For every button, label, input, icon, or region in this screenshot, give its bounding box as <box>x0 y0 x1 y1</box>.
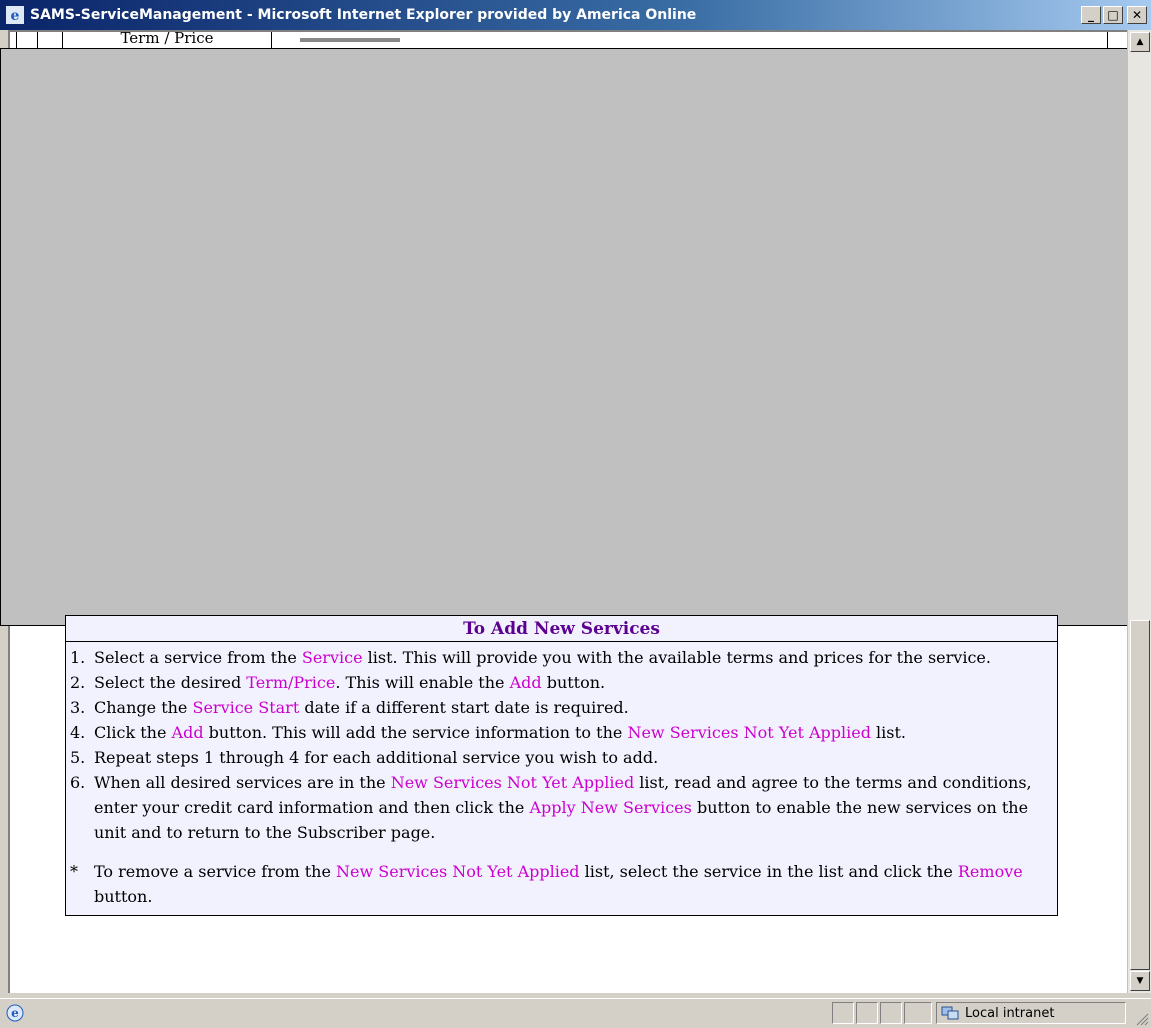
step-text: button. This will add the service inform… <box>203 723 628 742</box>
highlighted-term: New Services Not Yet Applied <box>627 723 871 742</box>
close-button[interactable]: ✕ <box>1127 6 1147 24</box>
highlighted-term: Apply New Services <box>529 798 692 817</box>
step-text: list, select the service in the list and… <box>579 862 958 881</box>
highlighted-term: Service Start <box>192 698 300 717</box>
highlighted-term: Term/Price <box>246 673 336 692</box>
resize-grip-icon[interactable] <box>1135 1012 1149 1026</box>
status-pane <box>880 1002 902 1024</box>
window-title: SAMS-ServiceManagement - Microsoft Inter… <box>30 7 697 23</box>
instructions-note: * To remove a service from the New Servic… <box>66 859 1057 915</box>
step-number: 5. <box>70 748 86 767</box>
status-pane <box>904 1002 932 1024</box>
step-body: Click the Add button. This will add the … <box>94 720 1053 745</box>
svg-text:e: e <box>11 8 20 24</box>
ie-app-icon: e <box>6 6 24 24</box>
instructions-box: To Add New Services 1. Select a service f… <box>65 615 1058 916</box>
note-body: To remove a service from the New Service… <box>94 859 1053 909</box>
step-number: 6. <box>70 773 86 792</box>
svg-text:e: e <box>11 1006 19 1020</box>
status-pane <box>832 1002 854 1024</box>
status-pane <box>856 1002 878 1024</box>
step-text: . This will enable the <box>335 673 510 692</box>
instruction-step: 6. When all desired services are in the N… <box>70 770 1053 845</box>
highlighted-term: New Services Not Yet Applied <box>336 862 580 881</box>
step-text: To remove a service from the <box>94 862 337 881</box>
maximize-button[interactable]: □ <box>1103 6 1123 24</box>
step-number: 3. <box>70 698 86 717</box>
highlighted-term: Add <box>171 723 204 742</box>
highlighted-term: Add <box>509 673 542 692</box>
instruction-step: 2. Select the desired Term/Price. This wi… <box>70 670 1053 695</box>
highlighted-term: Service <box>301 648 363 667</box>
step-number: 2. <box>70 673 86 692</box>
step-body: Select the desired Term/Price. This will… <box>94 670 1053 695</box>
instruction-step: 5. Repeat steps 1 through 4 for each addi… <box>70 745 1053 770</box>
step-body: Repeat steps 1 through 4 for each additi… <box>94 745 1053 770</box>
status-bar: e Local intranet <box>0 998 1151 1028</box>
highlighted-term: New Services Not Yet Applied <box>390 773 635 792</box>
step-text: Change the <box>94 698 193 717</box>
instructions-heading: To Add New Services <box>66 616 1057 642</box>
step-text: Click the <box>94 723 172 742</box>
window-title-bar[interactable]: e SAMS-ServiceManagement - Microsoft Int… <box>0 0 1151 30</box>
instruction-step: 4. Click the Add button. This will add th… <box>70 720 1053 745</box>
step-number: 4. <box>70 723 86 742</box>
partial-control <box>300 38 400 42</box>
scroll-down-button[interactable]: ▼ <box>1130 971 1150 991</box>
step-text: date if a different start date is requir… <box>299 698 629 717</box>
step-text: list. <box>870 723 906 742</box>
vertical-scrollbar[interactable]: ▲ ▼ <box>1127 30 1151 993</box>
step-text: Select a service from the <box>94 648 302 667</box>
instruction-step: 3. Change the Service Start date if a dif… <box>70 695 1053 720</box>
step-text: button. <box>94 887 153 906</box>
scroll-up-button[interactable]: ▲ <box>1130 32 1150 52</box>
step-body: When all desired services are in the New… <box>94 770 1053 845</box>
step-text: Select the desired <box>94 673 247 692</box>
instruction-step: 1. Select a service from the Service list… <box>70 645 1053 670</box>
security-zone: Local intranet <box>936 1002 1126 1024</box>
highlighted-term: Remove <box>957 862 1023 881</box>
step-body: Select a service from the Service list. … <box>94 645 1053 670</box>
step-text: When all desired services are in the <box>94 773 391 792</box>
gray-overlay-panel <box>0 48 1151 626</box>
step-text: list. This will provide you with the ava… <box>362 648 991 667</box>
ie-page-icon: e <box>6 1004 24 1022</box>
zone-label: Local intranet <box>965 1005 1055 1021</box>
note-marker: * <box>70 862 78 881</box>
intranet-icon <box>941 1006 959 1020</box>
step-number: 1. <box>70 648 86 667</box>
scroll-thumb[interactable] <box>1130 620 1150 970</box>
step-body: Change the Service Start date if a diffe… <box>94 695 1053 720</box>
minimize-button[interactable]: _ <box>1081 6 1101 24</box>
instructions-steps: 1. Select a service from the Service list… <box>66 642 1057 851</box>
step-text: button. <box>541 673 606 692</box>
step-text: Repeat steps 1 through 4 for each additi… <box>94 748 659 767</box>
